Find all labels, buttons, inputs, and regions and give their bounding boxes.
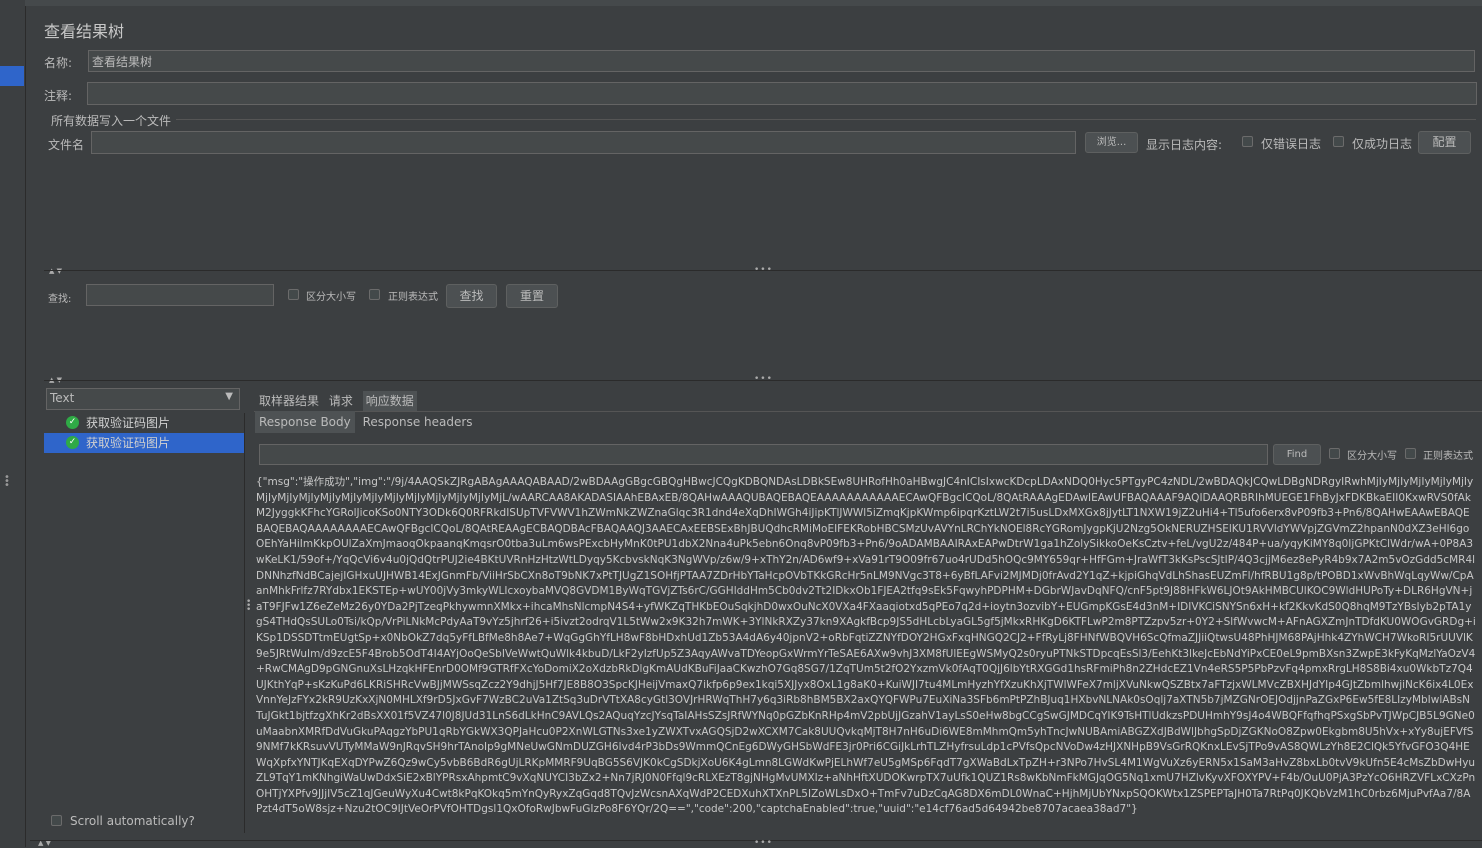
search-input[interactable] <box>86 284 274 306</box>
splitter-dots-icon[interactable]: ••• <box>754 265 773 275</box>
success-only-label: 仅成功日志 <box>1352 137 1413 151</box>
errors-only-label: 仅错误日志 <box>1261 137 1322 151</box>
filename-input[interactable] <box>91 131 1076 154</box>
splitter-dots-icon-2[interactable]: ••• <box>754 374 773 384</box>
renderer-select[interactable]: Text ▼ <box>46 388 240 410</box>
renderer-selected-value: Text <box>50 391 75 405</box>
browse-button[interactable]: 浏览... <box>1085 132 1138 153</box>
tree-item-label: 获取验证码图片 <box>86 416 171 430</box>
tree-item-label: 获取验证码图片 <box>86 436 171 450</box>
response-subtabs: Response Body Response headers <box>255 411 473 433</box>
tab-response-data[interactable]: 响应数据 <box>362 391 417 411</box>
filename-label: 文件名 <box>48 138 85 152</box>
fieldset-border <box>176 119 1476 120</box>
tree-item-selected[interactable]: ✓ 获取验证码图片 <box>44 433 244 453</box>
tab-request[interactable]: 请求 <box>329 394 353 408</box>
log-display-label: 显示日志内容: <box>1146 138 1223 152</box>
tab-response-headers[interactable]: Response headers <box>363 415 473 429</box>
find-button[interactable]: 查找 <box>446 284 497 308</box>
left-tree-strip: • • • <box>0 0 26 847</box>
tab-sampler-result[interactable]: 取样器结果 <box>259 394 319 408</box>
result-tabs: 取样器结果 请求 响应数据 <box>259 391 423 411</box>
case-sensitive-checkbox[interactable] <box>288 289 299 300</box>
search-label: 查找: <box>48 294 72 305</box>
split-arrows-icon[interactable]: ▲ ▼ <box>49 267 62 275</box>
tab-response-body[interactable]: Response Body <box>255 411 355 433</box>
tree-item[interactable]: ✓ 获取验证码图片 <box>44 413 244 433</box>
response-case-checkbox[interactable] <box>1329 448 1340 459</box>
tabs-underline <box>254 411 1482 412</box>
vertical-splitter-dots-icon[interactable]: • • • <box>246 598 252 615</box>
response-case-label: 区分大小写 <box>1347 451 1397 462</box>
success-shield-icon: ✓ <box>66 436 79 449</box>
regex-label: 正则表达式 <box>388 292 438 303</box>
scroll-auto-label: Scroll automatically? <box>70 814 195 828</box>
reset-button[interactable]: 重置 <box>506 284 558 308</box>
case-sensitive-label: 区分大小写 <box>306 292 356 303</box>
response-search-input[interactable] <box>259 444 1268 465</box>
errors-only-checkbox[interactable] <box>1242 136 1253 147</box>
splitter-handle[interactable]: • • • <box>4 473 10 491</box>
results-tree: ✓ 获取验证码图片 ✓ 获取验证码图片 <box>44 413 245 833</box>
chevron-down-icon: ▼ <box>225 391 233 402</box>
comment-input[interactable] <box>87 82 1477 105</box>
configure-button[interactable]: 配置 <box>1418 131 1471 154</box>
comment-label: 注释: <box>44 89 73 103</box>
success-shield-icon: ✓ <box>66 416 79 429</box>
scroll-auto-checkbox[interactable] <box>51 815 62 826</box>
regex-checkbox[interactable] <box>369 289 380 300</box>
top-bar <box>25 0 1482 6</box>
success-only-checkbox[interactable] <box>1333 136 1344 147</box>
name-label: 名称: <box>44 56 73 70</box>
response-regex-label: 正则表达式 <box>1423 451 1473 462</box>
response-body-text[interactable]: {"msg":"操作成功","img":"/9j/4AAQSkZJRgABAgA… <box>256 475 1476 835</box>
selected-node-marker[interactable] <box>0 66 24 86</box>
response-find-button[interactable]: Find <box>1273 444 1321 465</box>
fieldset-label: 所有数据写入一个文件 <box>51 114 172 128</box>
page-title: 查看结果树 <box>44 22 125 41</box>
response-regex-checkbox[interactable] <box>1405 448 1416 459</box>
name-input[interactable]: 查看结果树 <box>88 50 1475 72</box>
